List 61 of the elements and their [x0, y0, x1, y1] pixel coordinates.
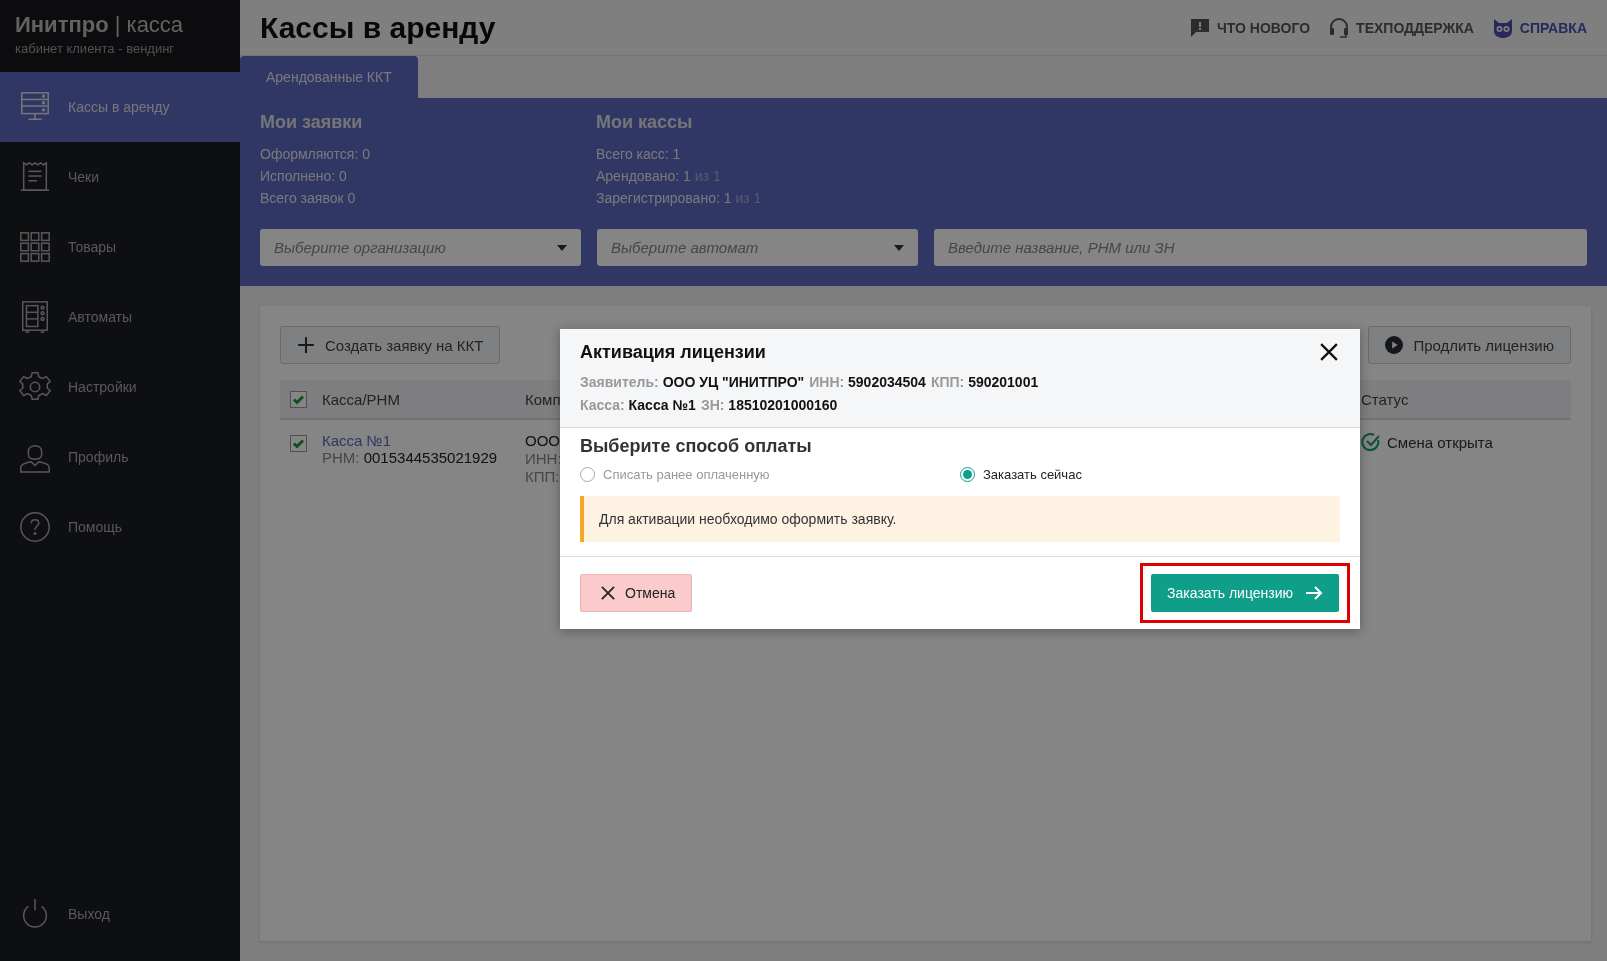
summary-title: Мои заявки [260, 112, 364, 133]
summary-line: Исполнено: 0 [260, 167, 348, 186]
search-field[interactable]: Введите название, РНМ или ЗН [934, 229, 1587, 266]
sidebar-item[interactable]: Помощь [0, 492, 240, 562]
grid-icon [18, 230, 52, 264]
header-link[interactable]: ЧТО НОВОГО [1188, 16, 1311, 39]
payment-option[interactable]: Заказать сейчас [960, 467, 1340, 482]
receipt-icon [18, 160, 52, 194]
create-request-button[interactable]: Создать заявку на ККТ [280, 326, 501, 364]
section-title: Выберите способ оплаты [580, 436, 813, 457]
owl-icon [1491, 16, 1514, 39]
summary-title: Мои кассы [596, 112, 694, 133]
summary-line: Всего заявок 0 [260, 189, 357, 208]
column-header: Комп [525, 390, 561, 408]
dialog-details: Заявитель: ООО УЦ "ИНИТПРО" ИНН: 5902034504 КПП: 590201001 [580, 373, 1040, 392]
logout-item[interactable]: Выход [0, 879, 240, 949]
sidebar-item[interactable]: Кассы в аренду [0, 72, 240, 142]
caret-icon [894, 244, 904, 251]
order-license-button[interactable]: Заказать лицензию [1151, 574, 1339, 612]
extend-license-button[interactable]: Продлить лицензию [1368, 326, 1571, 364]
dialog-details: Касса: Касса №1 ЗН: 18510201000160 [580, 396, 839, 415]
organization-select[interactable]: Выберите организацию [260, 229, 581, 266]
table-cell-text: РНМ: 0015344535021929 [322, 449, 499, 466]
close-icon [601, 586, 615, 600]
header-link[interactable]: СПРАВКА [1491, 16, 1587, 39]
app-logo: Инитпро | касса [15, 12, 185, 38]
sidebar-item[interactable]: Чеки [0, 142, 240, 212]
check-circle-icon [1361, 432, 1381, 452]
cancel-button[interactable]: Отмена [580, 574, 693, 612]
machine-select[interactable]: Выберите автомат [597, 229, 918, 266]
sidebar-item[interactable]: Профиль [0, 422, 240, 492]
table-cell: ИНН: [525, 450, 559, 468]
help-icon [18, 510, 52, 544]
status-cell: Смена открыта [1361, 432, 1571, 452]
header-link[interactable]: ТЕХПОДДЕРЖКА [1328, 16, 1474, 39]
payment-option[interactable]: Списать ранее оплаченную [580, 467, 960, 482]
summary-line: Оформляются: 0 [260, 145, 371, 164]
headset-icon [1328, 16, 1351, 39]
sidebar-item[interactable]: Автоматы [0, 282, 240, 352]
column-header: Касса/РНМ [322, 390, 401, 408]
close-button[interactable] [1318, 341, 1340, 363]
notice-message: Для активации необходимо оформить заявку. [580, 496, 1340, 542]
column-header: Статус [1361, 390, 1410, 408]
register-link[interactable]: Касса №1 [322, 432, 392, 449]
dialog-title: Активация лицензии [580, 341, 766, 363]
checkbox[interactable] [290, 435, 307, 452]
page-title: Кассы в аренду [260, 10, 496, 45]
plus-icon [297, 336, 315, 354]
caret-icon [557, 244, 567, 251]
message-icon [1188, 16, 1211, 39]
summary-line: Всего касс: 1 [596, 145, 682, 164]
app-subtitle: кабинет клиента - вендинг [15, 41, 176, 56]
sidebar-item[interactable]: Товары [0, 212, 240, 282]
tab[interactable]: Арендованные ККТ [240, 56, 418, 98]
play-icon [1385, 336, 1404, 354]
sidebar-item[interactable]: Настройки [0, 352, 240, 422]
arrow-right-icon [1305, 585, 1323, 601]
close-icon [1320, 343, 1338, 361]
checkbox[interactable] [290, 390, 307, 408]
table-cell: ООО [525, 432, 559, 450]
table-cell: КПП: [525, 468, 559, 486]
